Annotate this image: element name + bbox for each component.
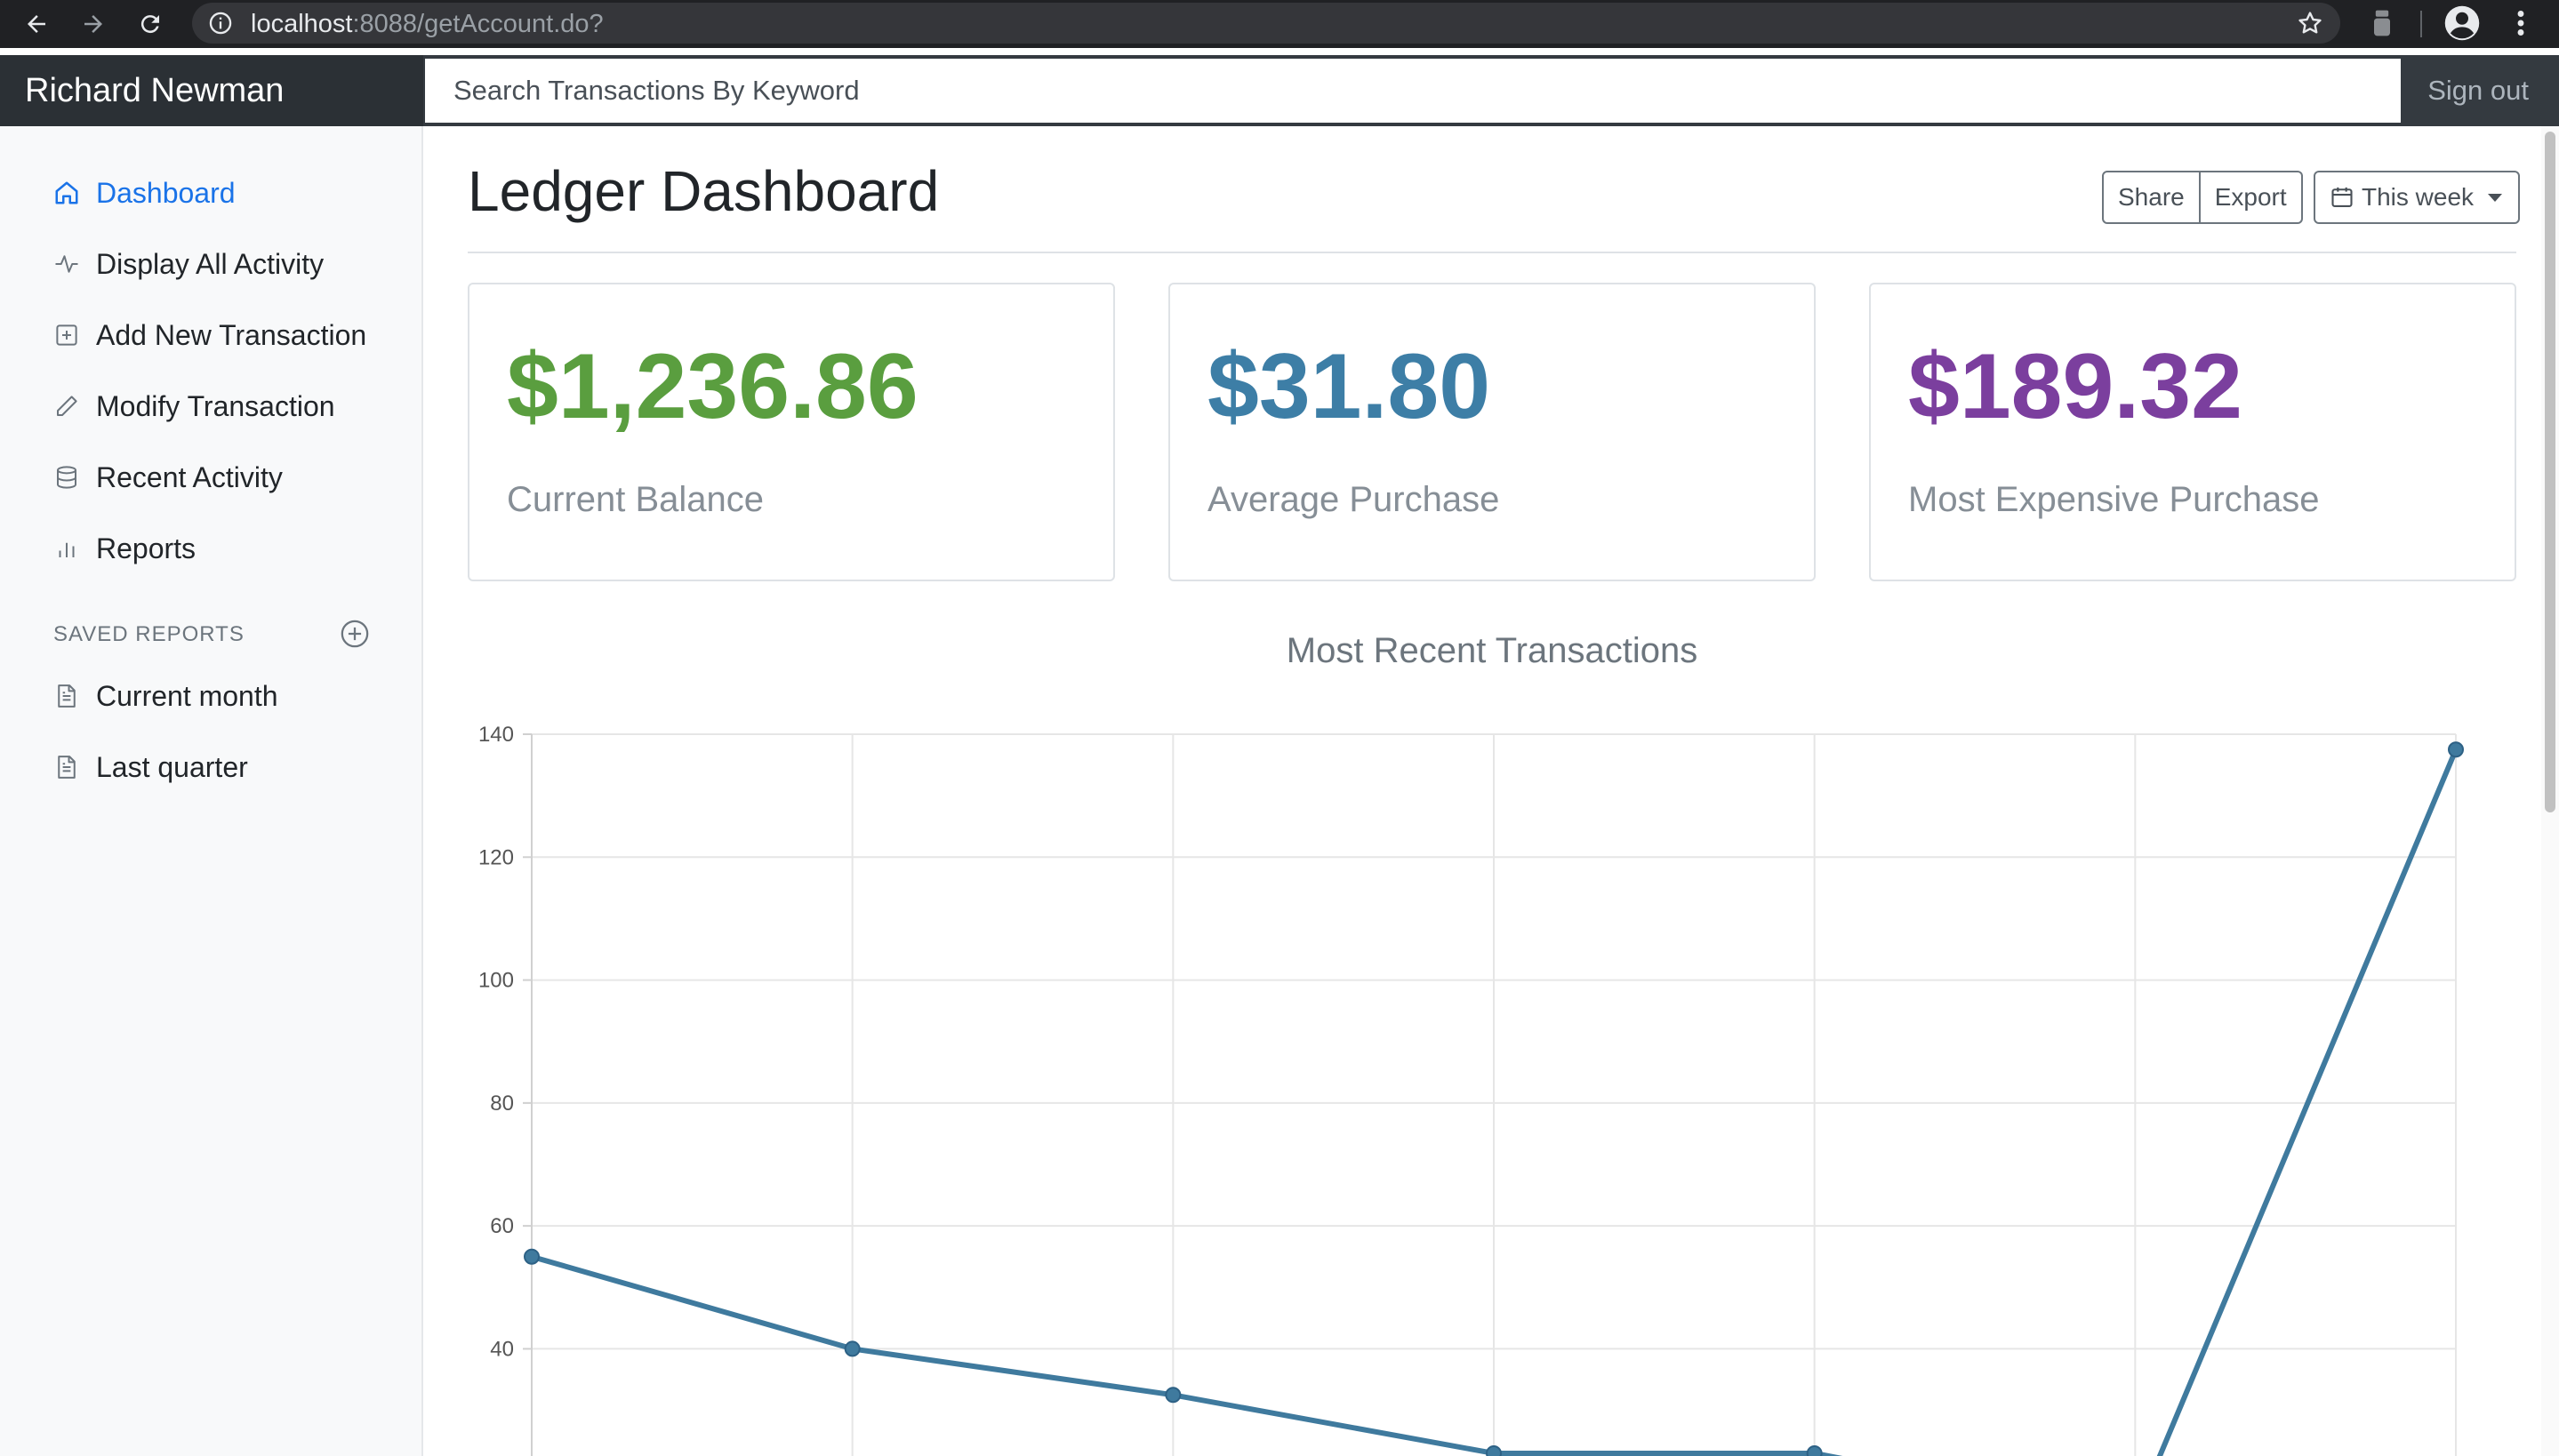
date-range-label: This week [2362, 183, 2475, 211]
share-button[interactable]: Share [2102, 171, 2201, 224]
share-export-group: Share Export [2102, 171, 2303, 224]
sidebar-item-dashboard[interactable]: Dashboard [53, 172, 236, 214]
sidebar-item-add-new-transaction[interactable]: Add New Transaction [53, 314, 366, 356]
file-text-icon [53, 683, 80, 709]
saved-report-current-month[interactable]: Current month [53, 675, 278, 717]
home-icon [53, 180, 80, 206]
sidebar-item-label: Reports [96, 532, 197, 564]
sidebar-item-label: Display All Activity [96, 247, 325, 280]
max-purchase-amount: $189.32 [1908, 335, 2242, 438]
max-purchase-card: $189.32 Most Expensive Purchase [1869, 283, 2516, 581]
page-scrollbar-thumb[interactable] [2545, 132, 2555, 812]
sidebar-item-display-all-activity[interactable]: Display All Activity [53, 243, 324, 285]
date-range-dropdown[interactable]: This week [2314, 171, 2521, 224]
transactions-line-chart: 20406080100120140 [478, 723, 2464, 1456]
info-icon[interactable] [208, 11, 233, 36]
sidebar-item-label: Modify Transaction [96, 389, 335, 422]
activity-icon [53, 251, 80, 277]
data-point [1806, 1444, 1823, 1456]
plus-square-icon [53, 322, 80, 348]
bookmark-star-icon[interactable] [2296, 9, 2324, 37]
caret-down-icon [2488, 193, 2503, 202]
calendar-icon [2331, 187, 2353, 207]
add-report-icon[interactable] [340, 619, 370, 649]
browser-toolbar: localhost:8088/getAccount.do? [0, 0, 2559, 48]
file-text-icon [53, 754, 80, 780]
brand-name[interactable]: Richard Newman [0, 55, 423, 126]
toolbar-divider [2420, 11, 2422, 37]
balance-amount: $1,236.86 [507, 335, 919, 438]
average-purchase-label: Average Purchase [1207, 480, 1500, 519]
sidebar-item-label: Add New Transaction [96, 318, 367, 351]
sidebar-item-label: Recent Activity [96, 460, 283, 493]
y-tick-label: 80 [490, 1092, 514, 1116]
sidebar-item-reports[interactable]: Reports [53, 527, 196, 570]
sidebar-item-modify-transaction[interactable]: Modify Transaction [53, 385, 335, 428]
balance-card: $1,236.86 Current Balance [468, 283, 1115, 581]
data-point [524, 1248, 540, 1265]
data-point [1165, 1387, 1182, 1404]
y-tick-label: 100 [478, 969, 514, 993]
profile-icon[interactable] [2443, 4, 2481, 42]
pencil-icon [53, 393, 80, 420]
saved-report-last-quarter[interactable]: Last quarter [53, 746, 248, 788]
forward-icon[interactable] [75, 5, 112, 43]
y-tick-label: 140 [478, 723, 514, 747]
average-purchase-amount: $31.80 [1207, 335, 1491, 438]
y-tick-label: 120 [478, 845, 514, 869]
page-title: Ledger Dashboard [468, 159, 940, 223]
bar-chart-icon [53, 535, 80, 562]
sidebar: Dashboard Display All Activity Add New T… [0, 126, 423, 1456]
browser-menu-icon[interactable] [2507, 7, 2534, 39]
y-tick-label: 60 [490, 1214, 514, 1238]
header-divider [468, 252, 2516, 253]
max-purchase-label: Most Expensive Purchase [1908, 480, 2320, 519]
data-point [2448, 741, 2464, 758]
saved-report-label: Last quarter [96, 750, 248, 783]
y-tick-label: 40 [490, 1337, 514, 1361]
data-point [1486, 1444, 1502, 1456]
reload-icon[interactable] [132, 5, 169, 43]
data-point [844, 1340, 861, 1357]
average-purchase-card: $31.80 Average Purchase [1168, 283, 1816, 581]
saved-report-label: Current month [96, 679, 278, 712]
top-navbar: Richard Newman Sign out [0, 55, 2559, 126]
balance-label: Current Balance [507, 480, 765, 519]
search-input[interactable] [425, 59, 2401, 123]
address-bar[interactable]: localhost:8088/getAccount.do? [192, 3, 2340, 44]
export-button[interactable]: Export [2200, 171, 2303, 224]
back-icon[interactable] [18, 5, 55, 43]
sign-out-link[interactable]: Sign out [2427, 55, 2529, 126]
url-text[interactable]: localhost:8088/getAccount.do? [251, 10, 604, 39]
sidebar-item-recent-activity[interactable]: Recent Activity [53, 456, 283, 499]
saved-reports-heading: SAVED REPORTS [53, 622, 245, 646]
database-icon [53, 464, 80, 491]
sidebar-item-label: Dashboard [96, 176, 236, 209]
chart-title: Most Recent Transactions [1286, 631, 1698, 670]
extension-icon[interactable] [2370, 7, 2394, 39]
